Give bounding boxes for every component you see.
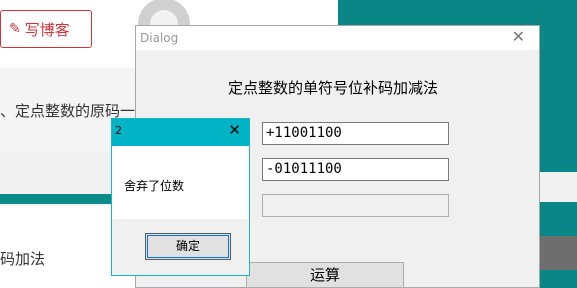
message-box-title: 2 bbox=[115, 124, 122, 137]
message-box: 2 ✕ 舍弃了位数 确定 bbox=[111, 118, 250, 276]
write-blog-label: 写博客 bbox=[24, 20, 70, 39]
message-box-footer: 确定 bbox=[112, 219, 249, 275]
compute-button[interactable]: 运算 bbox=[246, 262, 404, 288]
message-text: 舍弃了位数 bbox=[124, 179, 185, 193]
dialog-title: Dialog bbox=[140, 31, 179, 45]
dialog-titlebar[interactable]: Dialog bbox=[136, 26, 539, 50]
close-icon[interactable]: ✕ bbox=[512, 29, 525, 45]
operand2-field[interactable]: -01011100 bbox=[262, 158, 449, 181]
dark-gray-strip bbox=[540, 236, 577, 270]
ok-button[interactable]: 确定 bbox=[145, 233, 231, 260]
close-icon[interactable]: ✕ bbox=[228, 123, 241, 138]
pen-icon: ✎ bbox=[9, 21, 21, 37]
gray-panel bbox=[0, 152, 115, 194]
message-box-titlebar[interactable]: 2 ✕ bbox=[112, 119, 249, 146]
write-blog-button[interactable]: ✎ 写博客 bbox=[0, 10, 92, 48]
gray-strip bbox=[540, 172, 577, 202]
article-text[interactable]: 码加法 bbox=[0, 248, 45, 269]
dialog-heading: 定点整数的单符号位补码加减法 bbox=[228, 79, 439, 97]
operand1-field[interactable]: +11001100 bbox=[262, 122, 449, 145]
result-field[interactable] bbox=[262, 194, 449, 217]
